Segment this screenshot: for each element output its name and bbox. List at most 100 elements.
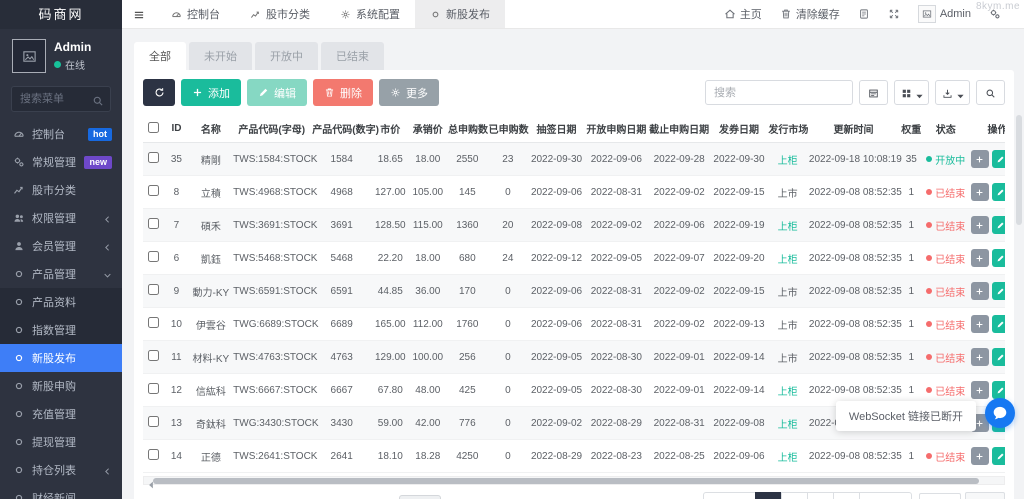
page-size-select[interactable]: 10 <box>399 495 441 499</box>
page-button-1[interactable]: 1 <box>755 492 782 499</box>
filter-tab-all[interactable]: 全部 <box>134 42 186 70</box>
sidebar-item-label: 提现管理 <box>32 434 76 450</box>
edit-button[interactable]: 编辑 <box>247 79 307 106</box>
cell-status: 已结束 <box>923 209 968 242</box>
row-add-button[interactable] <box>971 282 989 300</box>
sidebar-item-general-manage[interactable]: 常规管理new <box>0 148 122 176</box>
column-header: 已申购数 <box>488 115 529 143</box>
select-all-checkbox[interactable] <box>148 122 159 133</box>
clear-cache-link[interactable]: 清除缓存 <box>771 0 849 28</box>
tab-dashboard[interactable]: 控制台 <box>156 0 235 28</box>
sidebar-toggle-button[interactable] <box>122 0 156 28</box>
table-row: 11材料-KYTWS:4763:STOCK4763129.00100.00256… <box>143 341 1005 374</box>
export-button[interactable] <box>935 80 970 105</box>
delete-button[interactable]: 删除 <box>313 79 373 106</box>
cell-name: 信紘科 <box>190 374 233 407</box>
row-add-button[interactable] <box>971 315 989 333</box>
tab-ipo-publish[interactable]: 新股发布 <box>415 0 505 28</box>
lock-screen-button[interactable] <box>849 0 879 28</box>
jump-page-button[interactable]: 跳转 <box>965 492 1005 499</box>
page-button-2[interactable]: 2 <box>781 492 808 499</box>
row-add-button[interactable] <box>971 150 989 168</box>
home-link[interactable]: 主页 <box>715 0 771 28</box>
more-button[interactable]: 更多 <box>379 79 439 106</box>
horizontal-scrollbar-thumb[interactable] <box>153 478 979 484</box>
tab-system-config[interactable]: 系统配置 <box>325 0 415 28</box>
pencil-icon <box>258 87 269 99</box>
cell-underwrite: 18.28 <box>409 440 448 473</box>
row-add-button[interactable] <box>971 447 989 465</box>
row-checkbox[interactable] <box>148 284 159 295</box>
sidebar-item-product[interactable]: 产品管理 <box>0 260 122 288</box>
row-checkbox[interactable] <box>148 350 159 361</box>
row-edit-button[interactable] <box>992 447 1005 465</box>
row-edit-button[interactable] <box>992 150 1005 168</box>
sidebar-item-index-manage[interactable]: 指数管理 <box>0 316 122 344</box>
row-edit-button[interactable] <box>992 282 1005 300</box>
sidebar-item-dashboard[interactable]: 控制台hot <box>0 120 122 148</box>
search-button[interactable] <box>976 80 1005 105</box>
row-add-button[interactable] <box>971 216 989 234</box>
row-checkbox[interactable] <box>148 383 159 394</box>
filter-tab-open[interactable]: 开放中 <box>255 42 318 70</box>
row-edit-button[interactable] <box>992 216 1005 234</box>
row-add-button[interactable] <box>971 348 989 366</box>
row-checkbox[interactable] <box>148 317 159 328</box>
sidebar-item-withdraw[interactable]: 提现管理 <box>0 428 122 456</box>
user-menu[interactable]: Admin <box>909 0 980 28</box>
tab-stock-category[interactable]: 股市分类 <box>235 0 325 28</box>
vertical-scrollbar-thumb[interactable] <box>1016 115 1022 225</box>
cell-market: 上市 <box>767 176 808 209</box>
status-badge: 已结束 <box>935 284 965 299</box>
sidebar-item-permission[interactable]: 权限管理 <box>0 204 122 232</box>
filter-tab-ended[interactable]: 已结束 <box>321 42 384 70</box>
sidebar-item-member[interactable]: 会员管理 <box>0 232 122 260</box>
filter-tab-not-started[interactable]: 未开始 <box>189 42 252 70</box>
page-button-4[interactable]: 4 <box>833 492 860 499</box>
row-add-button[interactable] <box>971 183 989 201</box>
cell-status: 已结束 <box>923 440 968 473</box>
jump-page-input[interactable] <box>919 493 961 499</box>
fullscreen-button[interactable] <box>879 0 909 28</box>
status-badge: 已结束 <box>935 350 965 365</box>
row-edit-button[interactable] <box>992 381 1005 399</box>
sidebar-item-ipo-publish[interactable]: 新股发布 <box>0 344 122 372</box>
sidebar-item-label: 常规管理 <box>32 154 76 170</box>
page-button-3[interactable]: 3 <box>807 492 834 499</box>
row-edit-button[interactable] <box>992 315 1005 333</box>
toggle-view-button[interactable] <box>859 80 888 105</box>
user-panel: Admin 在线 <box>0 29 122 79</box>
row-edit-button[interactable] <box>992 249 1005 267</box>
sidebar-item-recharge[interactable]: 充值管理 <box>0 400 122 428</box>
chat-bubble-icon <box>991 404 1009 422</box>
next-page-button[interactable]: 下一页 <box>859 492 912 499</box>
row-add-button[interactable] <box>971 381 989 399</box>
row-checkbox[interactable] <box>148 449 159 460</box>
row-edit-button[interactable] <box>992 183 1005 201</box>
table-search-input[interactable] <box>705 80 853 105</box>
cell-applied: 0 <box>488 176 529 209</box>
row-checkbox[interactable] <box>148 152 159 163</box>
refresh-button[interactable] <box>143 79 175 106</box>
sidebar-item-stock-category[interactable]: 股市分类 <box>0 176 122 204</box>
row-checkbox[interactable] <box>148 251 159 262</box>
chat-fab-button[interactable] <box>985 398 1015 428</box>
row-edit-button[interactable] <box>992 348 1005 366</box>
cell-market: 上柜 <box>767 143 808 176</box>
columns-button[interactable] <box>894 80 929 105</box>
prev-page-button[interactable]: 上一页 <box>703 492 756 499</box>
sidebar-item-finance-news[interactable]: 财经新闻 <box>0 484 122 499</box>
cell-id: 11 <box>163 341 189 374</box>
row-checkbox[interactable] <box>148 416 159 427</box>
sidebar-item-ipo-subscribe[interactable]: 新股申购 <box>0 372 122 400</box>
add-button[interactable]: 添加 <box>181 79 241 106</box>
sidebar-item-position-list[interactable]: 持仓列表 <box>0 456 122 484</box>
cell-code_alpha: TWS:2641:STOCK <box>232 440 311 473</box>
sidebar-item-label: 会员管理 <box>32 238 76 254</box>
row-checkbox[interactable] <box>148 218 159 229</box>
cell-market: 上柜 <box>767 440 808 473</box>
row-add-button[interactable] <box>971 249 989 267</box>
row-checkbox[interactable] <box>148 185 159 196</box>
horizontal-scrollbar-track[interactable] <box>143 476 1005 485</box>
sidebar-item-product-info[interactable]: 产品资料 <box>0 288 122 316</box>
